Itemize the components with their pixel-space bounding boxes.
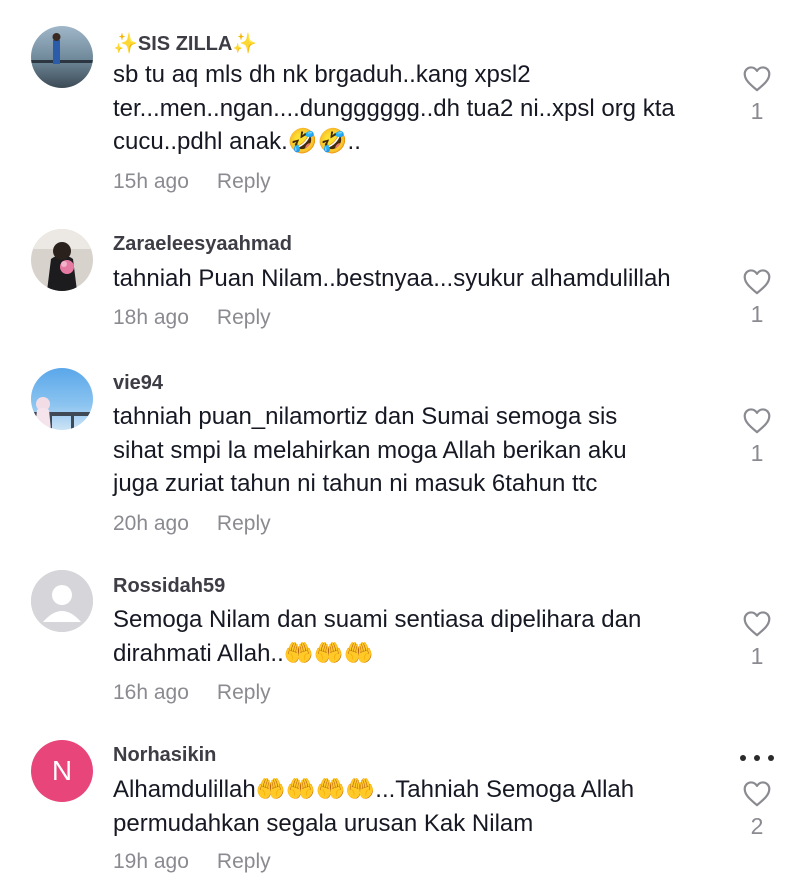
- reply-button[interactable]: Reply: [217, 850, 271, 873]
- comment-meta: 15h ago Reply: [113, 170, 271, 194]
- like-count: 1: [750, 301, 764, 327]
- comment-text-line: dirahmati Allah..🤲🤲🤲: [113, 639, 374, 667]
- heart-outline-icon[interactable]: [742, 407, 772, 434]
- comment-text: Alhamdulillah🤲🤲🤲🤲...Tahniah Semoga Allah…: [113, 773, 723, 840]
- like-count: 2: [750, 813, 764, 839]
- avatar[interactable]: [31, 229, 93, 291]
- comment-text-line: permudahkan segala urusan Kak Nilam: [113, 809, 534, 837]
- avatar[interactable]: N: [31, 740, 93, 802]
- like-control: 1: [740, 407, 774, 467]
- comment-username[interactable]: Norhasikin: [113, 744, 216, 767]
- comment-text: sb tu aq mls dh nk brgaduh..kang xpsl2 t…: [113, 58, 723, 159]
- comment-text-line: juga zuriat tahun ni tahun ni masuk 6tah…: [113, 470, 598, 497]
- avatar-photo: [31, 26, 93, 88]
- avatar[interactable]: [31, 26, 93, 88]
- comment-text-line: sihat smpi la melahirkan moga Allah beri…: [113, 436, 627, 464]
- comment-text-line: cucu..pdhl anak.🤣🤣..: [113, 128, 361, 155]
- avatar-letter: N: [51, 755, 73, 786]
- reply-button[interactable]: Reply: [217, 306, 271, 329]
- avatar-photo: [31, 229, 93, 291]
- comment-text-line: sb tu aq mls dh nk brgaduh..kang xpsl2: [113, 61, 531, 88]
- comment-username[interactable]: ✨SIS ZILLA✨: [113, 31, 257, 56]
- like-control: 1: [740, 65, 774, 125]
- reply-button[interactable]: Reply: [217, 681, 271, 704]
- heart-outline-icon[interactable]: [742, 268, 772, 295]
- comment-text-line: Alhamdulillah🤲🤲🤲🤲...Tahniah Semoga Allah: [113, 776, 635, 803]
- comment-text-line: Semoga Nilam dan suami sentiasa dipeliha…: [113, 606, 642, 633]
- reply-button[interactable]: Reply: [217, 512, 271, 535]
- like-control: 1: [740, 610, 774, 670]
- comment-username[interactable]: vie94: [113, 372, 163, 395]
- like-control: 2: [740, 780, 774, 840]
- comment-text-line: tahniah puan_nilamortiz dan Sumai semoga…: [113, 403, 618, 430]
- more-dot: [740, 755, 746, 761]
- comment-text: tahniah puan_nilamortiz dan Sumai semoga…: [113, 400, 723, 501]
- avatar-photo: [31, 368, 93, 430]
- comment-meta: 20h ago Reply: [113, 512, 271, 536]
- comment-text-line: ter...men..ngan....dungggggg..dh tua2 ni…: [113, 94, 675, 122]
- comment-timestamp: 15h ago: [113, 170, 189, 193]
- reply-button[interactable]: Reply: [217, 170, 271, 193]
- avatar[interactable]: [31, 570, 93, 632]
- more-dot: [754, 755, 760, 761]
- more-dot: [768, 755, 774, 761]
- comment-username[interactable]: Zaraeleesyaahmad: [113, 233, 292, 256]
- comment-timestamp: 20h ago: [113, 512, 189, 535]
- comment-username[interactable]: Rossidah59: [113, 575, 225, 598]
- heart-outline-icon[interactable]: [742, 780, 772, 807]
- comment-meta: 19h ago Reply: [113, 850, 271, 874]
- like-count: 1: [750, 643, 764, 669]
- comment-timestamp: 19h ago: [113, 850, 189, 873]
- comment-timestamp: 18h ago: [113, 306, 189, 329]
- like-control: 1: [740, 268, 774, 328]
- default-user-icon: [31, 570, 93, 632]
- heart-outline-icon[interactable]: [742, 610, 772, 637]
- avatar[interactable]: [31, 368, 93, 430]
- heart-outline-icon[interactable]: [742, 65, 772, 92]
- comment-meta: 18h ago Reply: [113, 306, 271, 330]
- comment-text-line: tahniah Puan Nilam..bestnyaa...syukur al…: [113, 265, 671, 292]
- like-count: 1: [750, 98, 764, 124]
- like-count: 1: [750, 440, 764, 466]
- comment-timestamp: 16h ago: [113, 681, 189, 704]
- more-dots-icon[interactable]: [740, 755, 774, 765]
- comment-meta: 16h ago Reply: [113, 681, 271, 705]
- comment-text: tahniah Puan Nilam..bestnyaa...syukur al…: [113, 262, 723, 296]
- comment-text: Semoga Nilam dan suami sentiasa dipeliha…: [113, 603, 723, 670]
